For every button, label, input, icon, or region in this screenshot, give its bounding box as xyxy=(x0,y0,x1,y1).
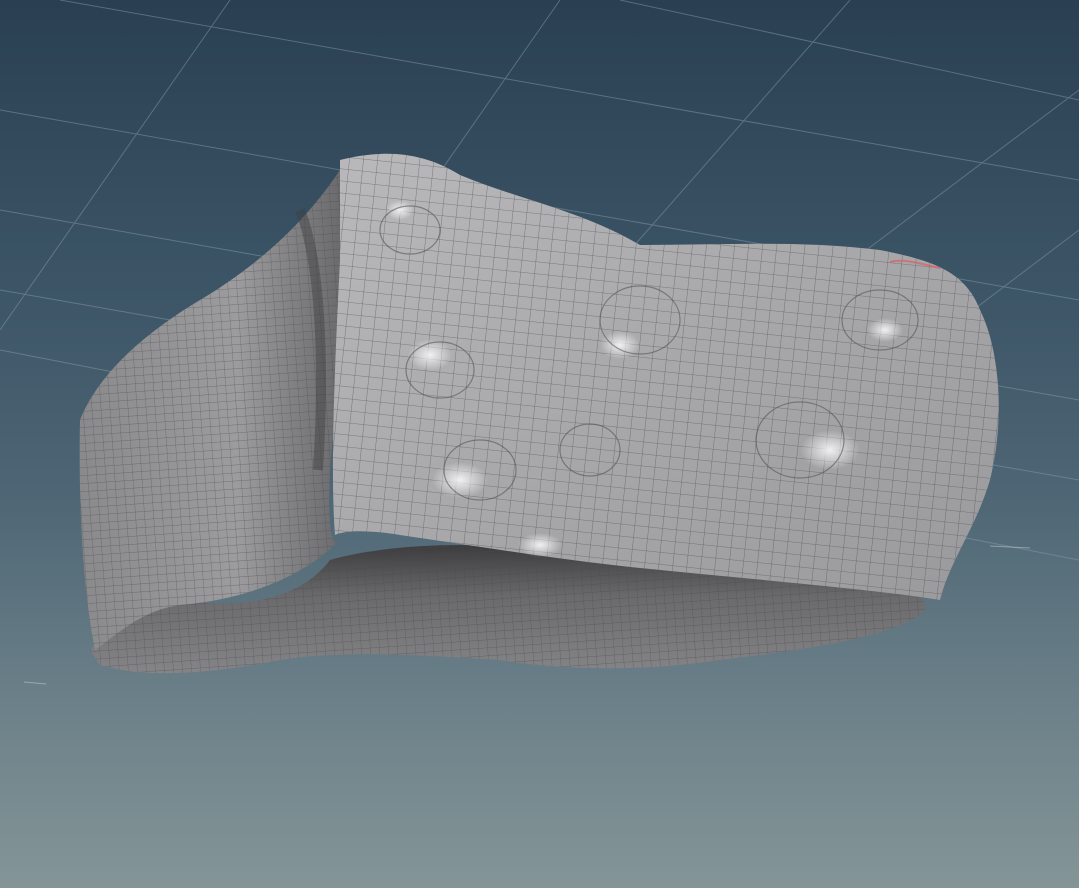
viewport-canvas[interactable] xyxy=(0,0,1079,888)
rock-mesh[interactable] xyxy=(79,153,999,674)
3d-viewport[interactable] xyxy=(0,0,1079,888)
